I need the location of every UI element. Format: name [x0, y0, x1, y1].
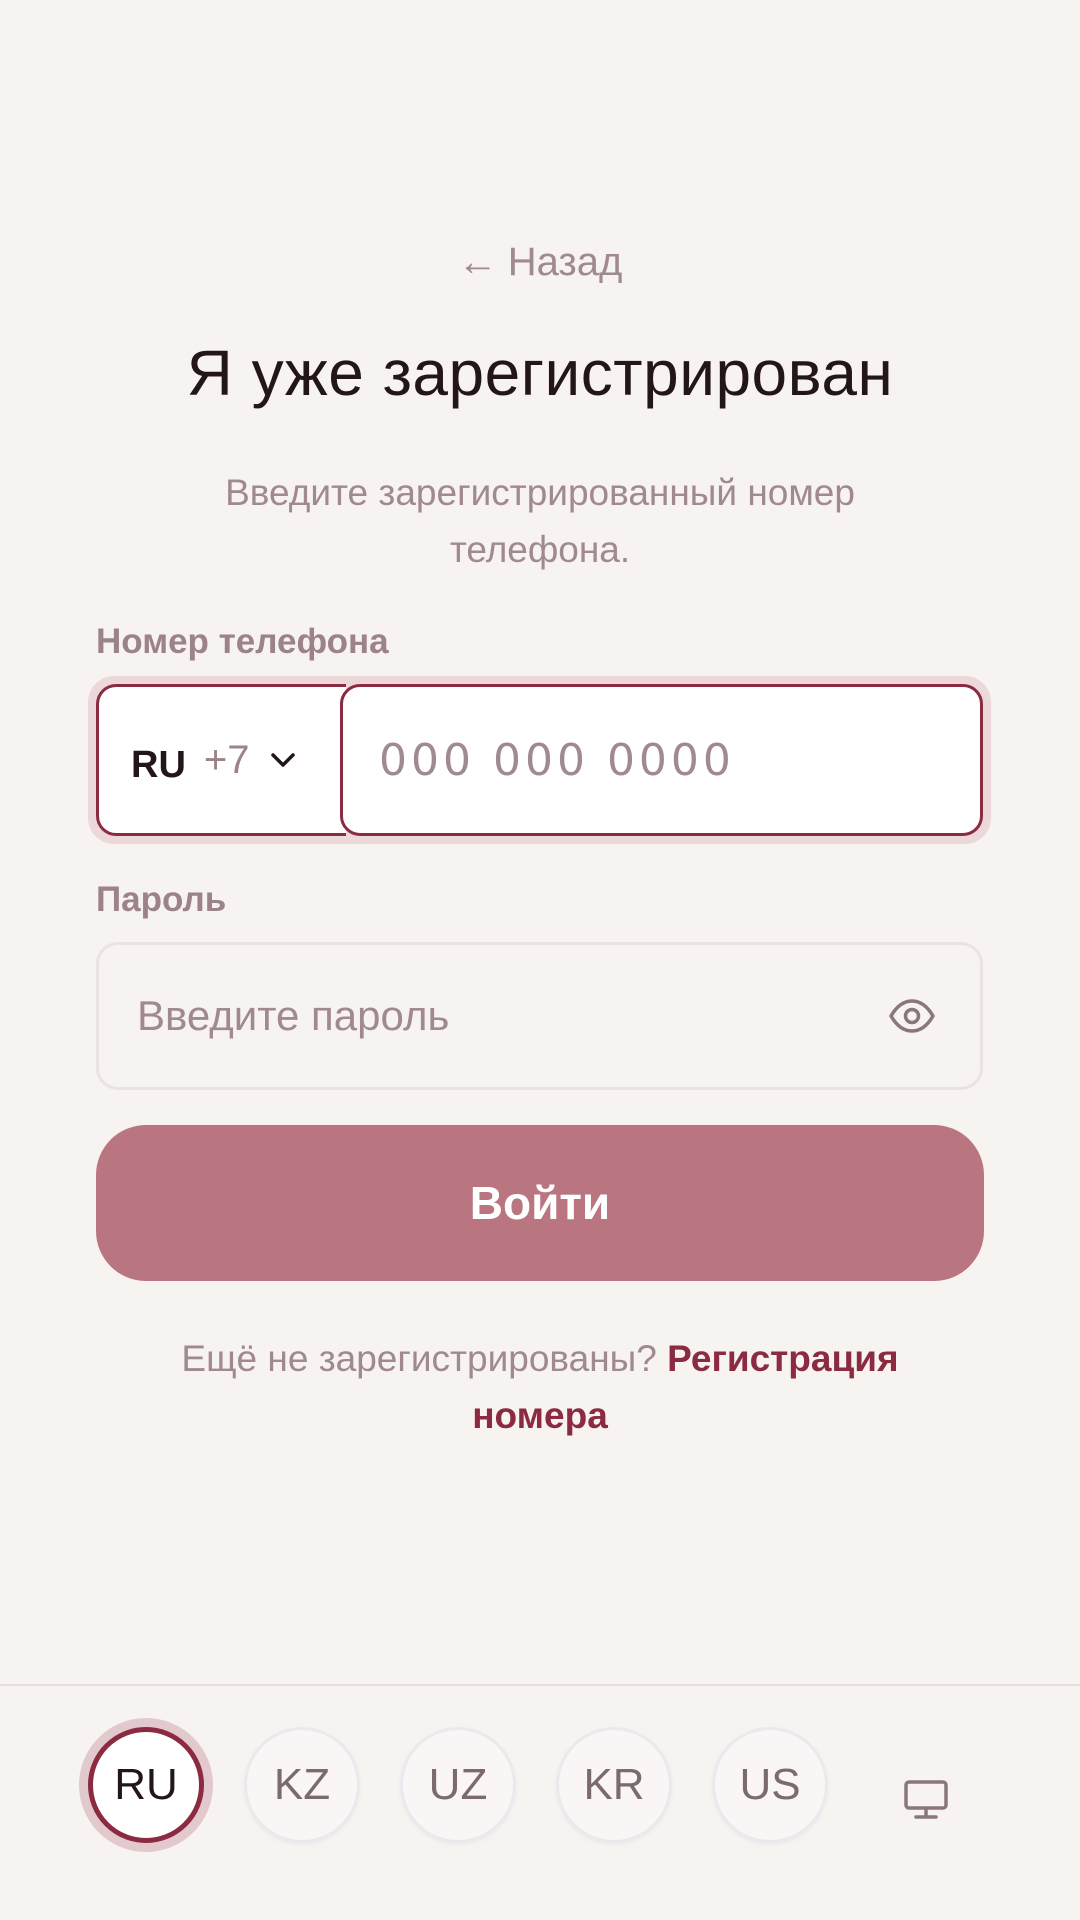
login-button[interactable]: Войти	[96, 1125, 984, 1281]
phone-input[interactable]	[340, 684, 983, 836]
dial-code: +7	[203, 737, 250, 782]
phone-label: Номер телефона	[96, 622, 389, 661]
bottom-divider	[0, 1684, 1080, 1686]
signup-prompt-text: Ещё не зарегистрированы?	[181, 1338, 657, 1379]
page-subtitle: Введите зарегистрированный номер телефон…	[225, 472, 855, 570]
login-screen: ← Назад Я уже зарегистрирован Введите зар…	[0, 0, 1080, 1920]
language-switcher: RU KZ UZ KR US	[88, 1720, 868, 1850]
arrow-left-icon: ←	[457, 240, 498, 284]
password-field-group	[96, 942, 983, 1090]
language-button-kz[interactable]: KZ	[244, 1727, 360, 1843]
phone-field-group: RU +7	[88, 676, 991, 844]
country-code-select[interactable]: RU +7	[96, 684, 346, 836]
language-button-ru[interactable]: RU	[88, 1727, 204, 1843]
password-label: Пароль	[96, 880, 227, 919]
back-label: Назад	[507, 240, 623, 284]
language-button-us[interactable]: US	[712, 1727, 828, 1843]
monitor-icon[interactable]	[900, 1776, 952, 1824]
password-input[interactable]	[99, 945, 882, 1087]
back-link[interactable]: ← Назад	[0, 240, 1080, 285]
page-title: Я уже зарегистрирован	[186, 337, 894, 409]
chevron-down-icon	[268, 745, 298, 775]
eye-icon[interactable]	[882, 986, 942, 1046]
signup-prompt: Ещё не зарегистрированы? Регистрация ном…	[130, 1330, 950, 1444]
language-button-kr[interactable]: KR	[556, 1727, 672, 1843]
country-code: RU	[131, 743, 186, 786]
language-button-uz[interactable]: UZ	[400, 1727, 516, 1843]
